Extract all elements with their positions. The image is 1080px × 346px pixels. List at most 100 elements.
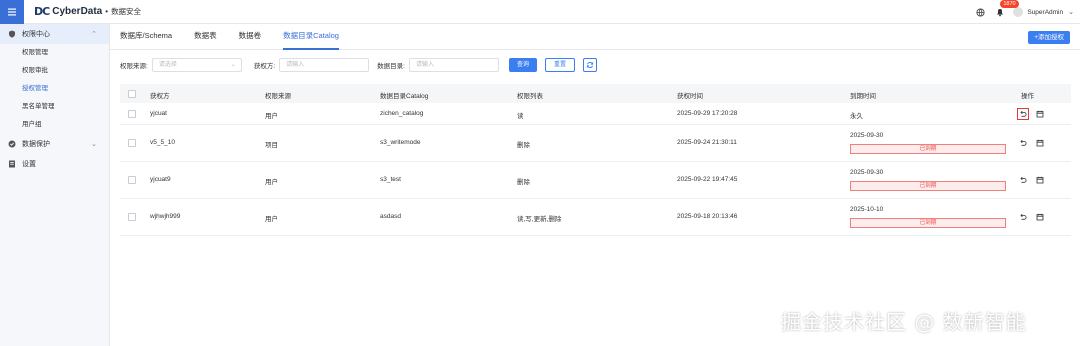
sidebar-item-permission-management[interactable]: 权限管理 xyxy=(0,44,109,62)
grantee-cell: wjhwjh999 xyxy=(150,212,181,220)
row-checkbox[interactable] xyxy=(128,109,136,118)
tab-bar: 数据库/Schema 数据表 数据卷 数据目录Catalog +添加授权 xyxy=(110,24,1080,50)
expired-badge: 已到期 xyxy=(850,180,1006,191)
sidebar-group-data-protection[interactable]: 数据保护 ⌄ xyxy=(0,134,109,154)
column-header-actions: 操作 xyxy=(1021,93,1034,100)
undo-icon xyxy=(1020,139,1027,146)
row-checkbox[interactable] xyxy=(128,138,136,147)
refresh-button[interactable] xyxy=(582,58,597,72)
table-row[interactable]: yjcuat 用户 zichen_catalog 读 2025-09-29 17… xyxy=(120,103,1071,125)
sidebar-group-settings[interactable]: 设置 xyxy=(0,154,109,174)
granted-time-cell: 2025-09-18 20:13:46 xyxy=(677,212,738,220)
permissions-cell: 删除 xyxy=(517,178,530,186)
sidebar-group-label: 数据保护 xyxy=(22,141,50,148)
source-select-placeholder: 请选择 xyxy=(158,62,177,68)
row-checkbox[interactable] xyxy=(128,212,136,221)
grantee-input[interactable]: 请输入 xyxy=(279,58,370,72)
tab-data-volume[interactable]: 数据卷 xyxy=(239,23,262,49)
catalog-cell: s3_writemode xyxy=(380,138,421,146)
expire-time-cell: 永久 xyxy=(850,112,863,120)
chevron-up-icon: ⌃ xyxy=(91,31,97,38)
permissions-cell: 读 xyxy=(517,112,524,120)
tab-data-catalog[interactable]: 数据目录Catalog xyxy=(283,23,339,50)
sidebar-item-authorization-management[interactable]: 授权管理 xyxy=(0,80,109,98)
add-authorization-button[interactable]: +添加授权 xyxy=(1028,31,1070,44)
globe-icon[interactable] xyxy=(976,7,985,17)
select-all-checkbox[interactable] xyxy=(128,90,136,98)
catalog-cell: asdasd xyxy=(380,212,401,220)
menu-button[interactable] xyxy=(0,0,24,24)
source-cell: 用户 xyxy=(265,112,278,120)
grantee-cell: v5_5_10 xyxy=(150,138,175,146)
expire-time-cell: 2025-09-30 xyxy=(850,168,884,176)
shield-icon xyxy=(8,30,16,38)
source-filter-label: 权限来源: xyxy=(120,63,148,70)
grantee-filter-label: 获权方: xyxy=(253,63,276,70)
granted-time-cell: 2025-09-24 21:30:11 xyxy=(677,138,737,146)
revoke-button[interactable] xyxy=(1017,137,1029,149)
username[interactable]: SuperAdmin xyxy=(1027,9,1063,16)
tab-data-table[interactable]: 数据表 xyxy=(194,23,217,49)
granted-time-cell: 2025-09-29 17:20:28 xyxy=(677,109,738,117)
sidebar-group-permission-center[interactable]: 权限中心 ⌃ xyxy=(0,24,109,44)
renew-button[interactable] xyxy=(1034,137,1046,149)
table-row[interactable]: yjcuat9 用户 s3_test 删除 2025-09-22 19:47:4… xyxy=(120,162,1071,199)
query-button[interactable]: 查询 xyxy=(508,58,537,72)
sidebar: 权限中心 ⌃ 权限管理 权限审批 授权管理 黑名单管理 用户组 数据保护 ⌄ 设… xyxy=(0,24,110,346)
avatar[interactable] xyxy=(1013,7,1024,17)
column-header-granted-time: 获权时间 xyxy=(677,93,703,100)
sidebar-group-label: 权限中心 xyxy=(22,31,50,38)
catalog-input-placeholder: 请输入 xyxy=(415,62,434,68)
logo-separator: • xyxy=(105,7,109,16)
granted-time-cell: 2025-09-22 19:47:45 xyxy=(677,175,738,183)
expired-badge: 已到期 xyxy=(850,217,1006,228)
table-row[interactable]: v5_5_10 项目 s3_writemode 删除 2025-09-24 21… xyxy=(120,125,1071,162)
revoke-button[interactable] xyxy=(1017,107,1029,120)
app-name: CyberData xyxy=(52,6,103,17)
grantee-cell: yjcuat xyxy=(150,109,167,117)
row-checkbox[interactable] xyxy=(128,175,136,184)
chevron-down-icon: ⌄ xyxy=(230,62,236,68)
undo-icon xyxy=(1020,213,1027,220)
revoke-button[interactable] xyxy=(1017,174,1029,186)
permissions-cell: 读,写,更新,删除 xyxy=(517,215,562,223)
table-row[interactable]: wjhwjh999 用户 asdasd 读,写,更新,删除 2025-09-18… xyxy=(120,199,1071,236)
sidebar-item-user-group[interactable]: 用户组 xyxy=(0,116,109,134)
calendar-icon xyxy=(1036,110,1044,117)
source-select[interactable]: 请选择 ⌄ xyxy=(151,58,242,72)
permissions-cell: 删除 xyxy=(517,141,530,149)
chevron-down-icon: ⌄ xyxy=(91,141,97,148)
notification-count-badge: 1870 xyxy=(1000,0,1019,8)
bell-icon xyxy=(997,9,1004,17)
catalog-input[interactable]: 请输入 xyxy=(408,58,499,72)
filter-bar: 权限来源: 请选择 ⌄ 获权方: 请输入 数据目录: 请输入 查询 重置 xyxy=(120,56,597,74)
renew-button[interactable] xyxy=(1034,211,1046,223)
menu-icon xyxy=(8,8,16,15)
authorization-table: 获权方 权限来源 数据目录Catalog 权限列表 获权时间 到期时间 操作 y… xyxy=(120,84,1071,236)
reset-button[interactable]: 重置 xyxy=(544,58,575,72)
expire-time-cell: 2025-09-30 xyxy=(850,131,884,139)
expire-time-cell: 2025-10-10 xyxy=(850,205,884,213)
watermark-text: 掘金技术社区 @ 数新智能 xyxy=(781,310,1027,334)
settings-doc-icon xyxy=(8,160,16,168)
column-header-permissions: 权限列表 xyxy=(517,93,543,100)
source-cell: 用户 xyxy=(265,215,278,223)
tab-database-schema[interactable]: 数据库/Schema xyxy=(120,23,172,49)
sidebar-item-blacklist-management[interactable]: 黑名单管理 xyxy=(0,98,109,116)
column-header-source: 权限来源 xyxy=(265,93,291,100)
catalog-filter-label: 数据目录: xyxy=(377,63,405,70)
renew-button[interactable] xyxy=(1034,174,1046,186)
renew-button[interactable] xyxy=(1034,108,1046,120)
notification-bell[interactable]: 1870 xyxy=(995,0,1019,17)
sidebar-item-permission-approval[interactable]: 权限审批 xyxy=(0,62,109,80)
revoke-button[interactable] xyxy=(1017,211,1029,223)
source-cell: 项目 xyxy=(265,141,278,149)
column-header-expire-time: 到期时间 xyxy=(850,93,876,100)
table-header: 获权方 权限来源 数据目录Catalog 权限列表 获权时间 到期时间 操作 xyxy=(120,84,1071,103)
expired-badge: 已到期 xyxy=(850,143,1006,154)
app-logo[interactable]: DC CyberData • 数据安全 xyxy=(34,5,141,18)
grantee-cell: yjcuat9 xyxy=(150,175,171,183)
sidebar-group-label: 设置 xyxy=(22,161,36,168)
chevron-down-icon[interactable]: ⌄ xyxy=(1068,8,1074,16)
undo-icon xyxy=(1020,176,1027,183)
